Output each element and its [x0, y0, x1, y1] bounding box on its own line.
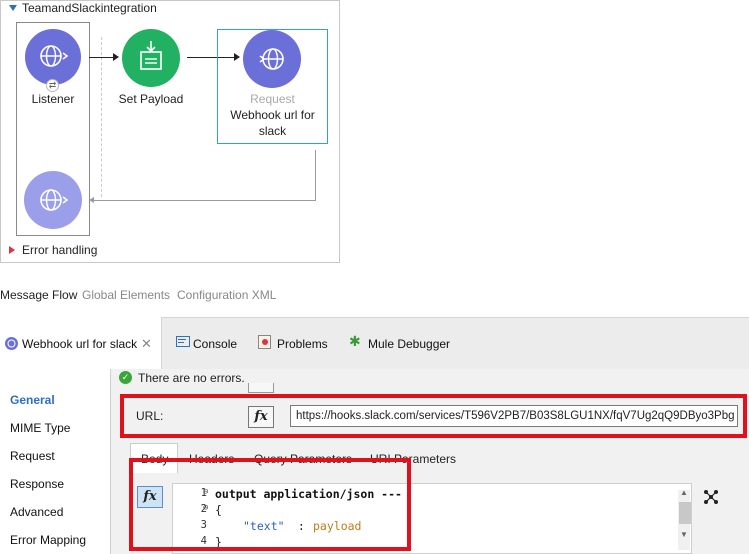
- graph-view-icon[interactable]: [702, 488, 720, 506]
- highlight-box: [129, 458, 411, 551]
- request-node[interactable]: [243, 30, 301, 88]
- flow-name: TeamandSlackintegration: [22, 1, 157, 15]
- console-icon: [176, 336, 190, 347]
- nav-response[interactable]: Response: [10, 477, 64, 491]
- lane-separator: [101, 37, 102, 197]
- nav-request[interactable]: Request: [10, 449, 55, 463]
- listener-node[interactable]: [25, 29, 81, 85]
- nav-general[interactable]: General: [10, 393, 55, 407]
- highlight-box: [120, 394, 747, 438]
- globe-icon: [259, 48, 284, 70]
- return-line: [315, 150, 316, 200]
- flow-arrow: [89, 57, 114, 58]
- tab-console[interactable]: Console: [193, 337, 237, 351]
- scroll-up-icon[interactable]: ▲: [680, 488, 688, 497]
- debugger-bug-icon: ✱: [349, 333, 361, 349]
- expand-triangle-icon[interactable]: [9, 246, 15, 254]
- problems-icon: [258, 335, 271, 349]
- tab-global-elements[interactable]: Global Elements: [82, 288, 170, 302]
- check-icon: ✓: [119, 371, 132, 384]
- tab-configuration-xml[interactable]: Configuration XML: [177, 288, 276, 302]
- set-payload-icon: [140, 41, 162, 70]
- collapse-triangle-icon[interactable]: [9, 5, 17, 11]
- node-label-listener: Listener: [31, 92, 75, 106]
- arrow-head-icon: [113, 53, 119, 61]
- set-payload-node[interactable]: [122, 29, 180, 87]
- return-line: [92, 200, 316, 201]
- globe-icon: [40, 45, 69, 67]
- tab-mule-debugger[interactable]: Mule Debugger: [368, 337, 450, 351]
- node-label-set-payload: Set Payload: [118, 92, 184, 106]
- response-node[interactable]: [24, 171, 82, 229]
- close-icon[interactable]: ✕: [141, 336, 152, 352]
- error-handling-toggle[interactable]: Error handling: [22, 243, 97, 257]
- status-message: There are no errors.: [138, 371, 245, 385]
- arrow-head-icon: [89, 197, 94, 203]
- scrollbar-thumb[interactable]: [679, 502, 691, 524]
- fx-button-partial[interactable]: [248, 383, 274, 393]
- globe-icon: [5, 337, 18, 350]
- node-label-request-line2: slack: [258, 124, 287, 138]
- node-type-request: Request: [250, 92, 295, 106]
- nav-error-mapping[interactable]: Error Mapping: [10, 533, 86, 547]
- tab-label-webhook[interactable]: Webhook url for slack: [22, 337, 137, 351]
- tab-message-flow[interactable]: Message Flow: [0, 288, 77, 302]
- node-label-request-line1: Webhook url for: [230, 108, 315, 122]
- nav-advanced[interactable]: Advanced: [10, 505, 63, 519]
- scroll-down-icon[interactable]: ▼: [680, 530, 688, 539]
- tab-problems[interactable]: Problems: [277, 337, 328, 351]
- globe-icon: [40, 189, 69, 211]
- repeat-icon: ⇄: [46, 79, 59, 92]
- nav-mime-type[interactable]: MIME Type: [10, 421, 70, 435]
